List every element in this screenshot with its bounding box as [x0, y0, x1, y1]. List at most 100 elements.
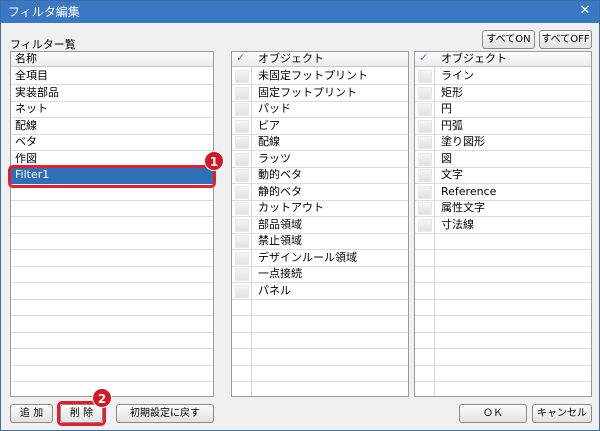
check-all-icon[interactable]: ✓ — [236, 52, 245, 65]
item-label: 図 — [441, 151, 452, 165]
list-item[interactable]: ネット — [11, 101, 213, 118]
checkbox[interactable] — [235, 70, 249, 83]
checkbox[interactable] — [235, 103, 249, 116]
ok-button[interactable]: ＯＫ — [459, 404, 527, 423]
list-item[interactable]: Reference — [415, 184, 591, 201]
checkbox[interactable] — [418, 86, 432, 100]
empty-row — [232, 382, 408, 397]
list-item[interactable]: 属性文字 — [415, 200, 591, 217]
list-item[interactable]: 全項目 — [11, 68, 213, 85]
checkbox[interactable] — [418, 103, 432, 116]
item-label: パッド — [258, 102, 291, 115]
empty-row — [415, 349, 591, 366]
list-item[interactable]: 塗り図形 — [415, 134, 591, 151]
item-label: 静的ベタ — [258, 184, 302, 198]
item-label: 文字 — [441, 168, 463, 181]
item-label: 未固定フットプリント — [258, 69, 368, 82]
empty-row — [232, 316, 408, 333]
list-item[interactable]: カットアウト — [232, 200, 408, 217]
filter-list-header: 名称 — [11, 52, 213, 67]
reset-button[interactable]: 初期設定に戻す — [116, 404, 214, 423]
item-label: 塗り図形 — [441, 135, 485, 148]
list-item[interactable]: 実装部品 — [11, 85, 213, 102]
checkbox[interactable] — [235, 218, 249, 232]
list-item[interactable]: 寸法線 — [415, 217, 591, 234]
list-item[interactable]: 一点接続 — [232, 266, 408, 283]
close-icon[interactable]: ✕ — [577, 3, 593, 19]
checkbox[interactable] — [418, 152, 432, 166]
item-label: 禁止領域 — [258, 234, 302, 247]
list-item[interactable]: ビア — [232, 118, 408, 135]
add-button[interactable]: 追 加 — [10, 404, 53, 423]
checkbox[interactable] — [235, 119, 249, 133]
checkbox[interactable] — [235, 251, 249, 265]
item-label: 固定フットプリント — [258, 85, 357, 99]
list-item[interactable]: 未固定フットプリント — [232, 68, 408, 85]
list-item[interactable]: 矩形 — [415, 85, 591, 102]
item-label: 矩形 — [441, 85, 463, 99]
list-item[interactable]: 動的ベタ — [232, 167, 408, 184]
empty-row — [415, 233, 591, 250]
empty-row — [415, 316, 591, 333]
checkbox[interactable] — [235, 235, 249, 248]
empty-row — [11, 233, 213, 250]
checkbox[interactable] — [418, 202, 432, 215]
filter-edit-dialog: フィルタ編集 ✕ フィルター覧 すべてON すべてOFF 名称 全項目 実装部品ネ… — [0, 0, 600, 431]
checkbox[interactable] — [235, 268, 249, 281]
list-item[interactable]: 円 — [415, 101, 591, 118]
all-on-button[interactable]: すべてON — [482, 30, 535, 49]
list-item[interactable]: 固定フットプリント — [232, 85, 408, 102]
empty-row — [11, 283, 213, 300]
list-item[interactable]: ラッツ — [232, 151, 408, 168]
empty-row — [11, 200, 213, 217]
list-item[interactable]: 円弧 — [415, 118, 591, 135]
list-item[interactable]: 文字 — [415, 167, 591, 184]
check-all-icon[interactable]: ✓ — [419, 52, 428, 65]
checkbox[interactable] — [418, 169, 432, 182]
list-item[interactable]: 図 — [415, 151, 591, 168]
checkbox[interactable] — [418, 119, 432, 133]
list-item[interactable]: 部品領域 — [232, 217, 408, 234]
checkbox[interactable] — [418, 218, 432, 232]
item-label: 配線 — [15, 118, 37, 132]
empty-row — [11, 332, 213, 349]
list-item[interactable]: デザインルール領域 — [232, 250, 408, 267]
checkbox[interactable] — [235, 284, 249, 298]
list-item[interactable]: ライン — [415, 68, 591, 85]
empty-row — [415, 250, 591, 267]
list-item[interactable]: 静的ベタ — [232, 184, 408, 201]
object-list-primary-header: ✓ オブジェクト — [232, 52, 408, 67]
item-label: ライン — [441, 69, 474, 82]
checkbox[interactable] — [235, 152, 249, 166]
window-title: フィルタ編集 — [8, 5, 80, 19]
callout-badge-1: 1 — [204, 151, 224, 171]
item-label: 寸法線 — [441, 217, 474, 231]
empty-row — [415, 266, 591, 283]
checkbox[interactable] — [235, 202, 249, 215]
object-column-header: オブジェクト — [258, 52, 324, 65]
empty-row — [415, 332, 591, 349]
cancel-button[interactable]: キャンセル — [532, 404, 592, 423]
list-item[interactable]: ベタ — [11, 134, 213, 151]
checkbox[interactable] — [235, 185, 249, 199]
object-list-primary: ✓ オブジェクト 未固定フットプリント 固定フットプリント パッドビア 配線 ラッツ動的… — [231, 51, 409, 397]
item-label: ラッツ — [258, 151, 291, 165]
list-item[interactable]: パッド — [232, 101, 408, 118]
empty-row — [232, 365, 408, 382]
item-label: 動的ベタ — [258, 168, 302, 181]
checkbox[interactable] — [235, 136, 249, 149]
checkbox[interactable] — [418, 136, 432, 149]
empty-row — [232, 349, 408, 366]
list-item[interactable]: パネル — [232, 283, 408, 300]
checkbox[interactable] — [418, 185, 432, 199]
item-label: 部品領域 — [258, 217, 302, 231]
list-item[interactable]: 配線 — [232, 134, 408, 151]
list-item[interactable]: 禁止領域 — [232, 233, 408, 250]
checkbox[interactable] — [418, 70, 432, 83]
list-item[interactable]: 配線 — [11, 118, 213, 135]
all-off-button[interactable]: すべてOFF — [539, 30, 592, 49]
callout-highlight-filter1 — [8, 165, 216, 188]
empty-row — [232, 332, 408, 349]
checkbox[interactable] — [235, 86, 249, 100]
checkbox[interactable] — [235, 169, 249, 182]
